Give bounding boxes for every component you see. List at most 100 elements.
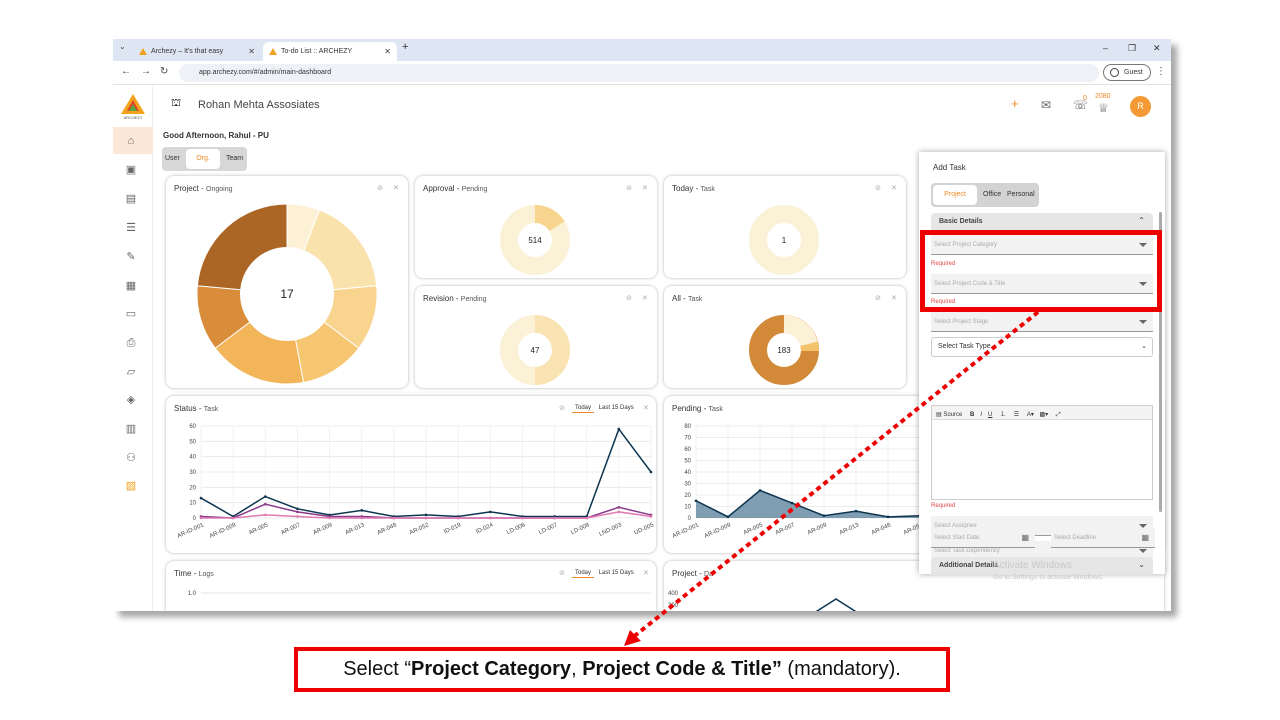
close-tab-icon[interactable]: ✕ [384,47,391,56]
card-title-sub: Task [203,406,219,413]
points-value: 2080 [1095,93,1111,100]
hide-icon[interactable]: ⊘ [377,184,383,192]
basic-details-header[interactable]: Basic Details ⌃ [931,213,1153,231]
task-description-editor[interactable]: ▤ Source BIU ⒈ ☰ A▾ ▩▾ ⤢ [931,405,1153,500]
close-icon[interactable]: ✕ [643,569,649,577]
scope-tab-team[interactable]: Team [226,155,243,162]
range-tab-last-15-days[interactable]: Last 15 Days [596,404,637,412]
new-tab-icon[interactable]: + [402,41,408,53]
data-point [360,509,364,512]
x-tick-label: ID-019 [443,522,462,535]
range-tabs: Today Last 15 Days [572,404,637,413]
badge-icon[interactable]: ▣ [123,162,139,178]
scope-tab-user[interactable]: User [165,155,180,162]
team-icon[interactable]: ⚇ [123,450,139,466]
calendar-icon[interactable]: ▦ [1141,533,1149,542]
donut-center-value: 1 [782,236,787,245]
bold-icon[interactable]: B [970,412,974,418]
browser-tab-1[interactable]: Archezy – It's that easy ✕ [133,42,261,61]
italic-icon[interactable]: I [980,412,982,418]
task-icon[interactable]: ▦ [123,278,139,294]
card-title-sub: Task [708,406,723,413]
x-tick-label: AR-009 [807,522,829,536]
range-tab-last-15-days[interactable]: Last 15 Days [596,569,637,577]
checklist-icon[interactable]: ☰ [123,220,139,236]
hide-icon[interactable]: ⊘ [626,294,632,302]
close-icon[interactable]: ✕ [643,404,649,412]
report-icon[interactable]: ▥ [123,421,139,437]
notification-count: 0 [1083,95,1087,102]
source-icon[interactable]: ▤ [936,412,942,418]
time-logs-chart: 1.0 [188,591,651,597]
underline-icon[interactable]: U [988,412,992,418]
card-title-sub: Task [688,296,703,303]
data-point [854,509,858,513]
range-tab-today[interactable]: Today [572,404,595,413]
tab-list-icon[interactable]: ⌄ [119,42,126,51]
forward-icon[interactable]: → [141,66,151,77]
close-icon[interactable]: ✕ [642,294,648,302]
source-button-label[interactable]: Source [943,412,962,418]
avatar[interactable]: R [1130,96,1151,117]
browser-screenshot: ⌄ Archezy – It's that easy ✕ To-do List … [113,39,1171,611]
data-point [296,515,299,518]
mail-icon[interactable]: ✉ [1041,98,1051,112]
archezy-logo[interactable]: ARCHEZY [121,94,145,120]
close-icon[interactable]: ✕ [642,184,648,192]
close-icon[interactable]: ✕ [393,184,399,192]
hide-icon[interactable]: ⊘ [559,569,565,577]
hide-icon[interactable]: ⊘ [626,184,632,192]
maximize-icon[interactable]: ⤢ [1056,412,1061,418]
close-window-icon[interactable]: ✕ [1153,43,1161,54]
url-field[interactable]: app.archezy.com/#/admin/main-dashboard [179,64,1099,82]
printer-icon[interactable]: ⎙ [123,335,139,351]
book-icon[interactable]: ▭ [123,306,139,322]
task-type-select[interactable]: Select Task Type ⌄ [931,337,1153,357]
deadline-field[interactable]: Select Deadline ▦ [1051,528,1155,548]
back-icon[interactable]: ← [121,66,131,77]
panel-title: Add Task [933,163,966,172]
start-date-field[interactable]: Select Start Date ▦ [931,528,1035,548]
edit-icon[interactable]: ✎ [123,249,139,265]
folder-icon[interactable]: ▱ [123,364,139,380]
home-icon[interactable]: ⌂ [123,133,139,149]
profile-button[interactable]: Guest [1103,64,1151,81]
close-icon[interactable]: ✕ [891,294,897,302]
archive-icon[interactable]: ▨ [123,478,139,494]
hide-icon[interactable]: ⊘ [875,184,881,192]
tab-project[interactable]: Project [933,185,977,205]
hide-icon[interactable]: ⊘ [559,404,565,412]
tab-personal[interactable]: Personal [1007,191,1035,198]
data-point [392,516,396,520]
shield-icon[interactable]: ◈ [123,392,139,408]
restore-icon[interactable]: ❐ [1128,43,1136,54]
bullet-list-icon[interactable]: ☰ [1014,412,1019,418]
numbered-list-icon[interactable]: ⒈ [1000,412,1006,418]
scope-switch: User Org. Team [162,147,247,171]
tab-office[interactable]: Office [983,191,1001,198]
minimize-icon[interactable]: – [1103,43,1108,53]
card-title: Approval - Pending [423,184,488,193]
scope-tab-org[interactable]: Org. [186,149,220,169]
field-placeholder: Select Task Dependency [934,548,1000,554]
add-icon[interactable]: + [1011,96,1019,111]
browser-tab-2[interactable]: To-do List :: ARCHEZY ✕ [263,42,397,61]
background-color-icon[interactable]: ▩▾ [1040,412,1049,418]
today-task-card: Today - Task ⊘ ✕ 1 [664,176,906,278]
hide-icon[interactable]: ⊘ [875,294,881,302]
card-title-sub: Task [700,186,715,193]
approval-pending-card: Approval - Pending ⊘ ✕ 514 [415,176,657,278]
trophy-icon[interactable]: ♕ [1098,101,1109,115]
reload-icon[interactable]: ↻ [160,66,168,77]
project-stage-select[interactable]: Select Project Stage [931,312,1153,332]
range-tab-today[interactable]: Today [572,569,595,578]
data-point [521,516,524,520]
calendar-icon[interactable]: ▦ [1021,533,1029,542]
close-tab-icon[interactable]: ✕ [248,47,255,56]
x-tick-label: UD-005 [634,522,656,536]
data-point [424,513,428,517]
browser-menu-icon[interactable]: ⋮ [1156,66,1166,77]
close-icon[interactable]: ✕ [891,184,897,192]
clipboard-icon[interactable]: ▤ [123,191,139,207]
text-color-icon[interactable]: A▾ [1027,412,1034,418]
